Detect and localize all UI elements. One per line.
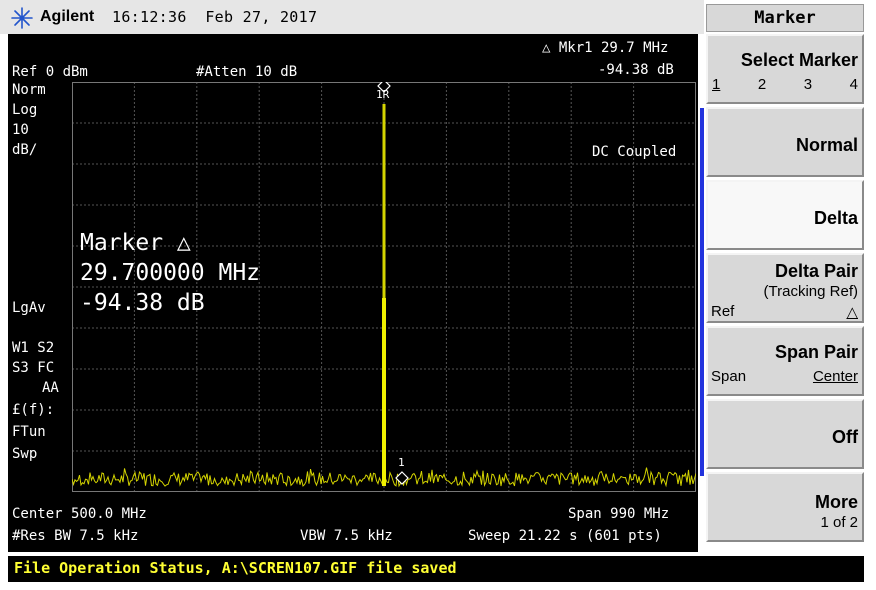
video-bandwidth: VBW 7.5 kHz — [300, 528, 393, 544]
delta-softkey[interactable]: Delta — [706, 180, 864, 250]
function-label: £(f): — [12, 402, 55, 418]
trace-flags-3: AA — [42, 380, 59, 396]
averaging-mode: LgAv — [12, 300, 46, 316]
date-time: 16:12:36 Feb 27, 2017 — [112, 8, 317, 26]
scale-type: Log — [12, 102, 38, 118]
span-pair-span: Span — [711, 368, 747, 385]
sweep-label: Swp — [12, 446, 38, 462]
more-softkey[interactable]: More 1 of 2 — [706, 472, 864, 542]
delta-label: Delta — [813, 208, 858, 228]
select-marker-label: Select Marker — [740, 50, 858, 70]
span-value: Span 990 MHz — [568, 506, 670, 522]
off-softkey[interactable]: Off — [706, 399, 864, 469]
softkey-indicator-bar — [700, 108, 704, 476]
delta-pair-sub: (Tracking Ref) — [763, 283, 858, 300]
marker-readout-amp: -94.38 dB — [598, 62, 674, 78]
trace-flags-2: S3 FC — [12, 360, 55, 376]
status-text: File Operation Status, A:\SCREN107.GIF f… — [14, 559, 457, 577]
span-pair-center: Center — [812, 368, 858, 385]
marker-readout-freq: △ Mkr1 29.7 MHz — [542, 40, 669, 56]
marker-option-3[interactable]: 3 — [804, 76, 812, 93]
brand-name: Agilent — [40, 8, 95, 25]
trace-flags-1: W1 S2 — [12, 340, 55, 356]
scale-unit: dB/ — [12, 142, 38, 158]
marker-option-2[interactable]: 2 — [758, 76, 766, 93]
marker-ref-label: 1R — [376, 88, 390, 101]
menu-title: Marker — [706, 4, 864, 32]
spectrum-graticule — [72, 82, 696, 492]
select-marker-softkey[interactable]: Select Marker 1 2 3 4 — [706, 34, 864, 104]
marker-option-1[interactable]: 1 — [712, 76, 720, 93]
marker-delta-label: 1 — [398, 456, 405, 469]
analyzer-display: Ref 0 dBm #Atten 10 dB △ Mkr1 29.7 MHz -… — [8, 34, 698, 552]
attenuation: #Atten 10 dB — [196, 64, 298, 80]
agilent-spark-logo-icon — [11, 7, 33, 29]
delta-pair-delta: △ — [846, 304, 858, 321]
ref-level: Ref 0 dBm — [12, 64, 88, 80]
status-bar: File Operation Status, A:\SCREN107.GIF f… — [8, 556, 864, 582]
normal-label: Normal — [795, 135, 858, 155]
marker-number-options: 1 2 3 4 — [712, 76, 858, 93]
calendar-date: Feb 27, 2017 — [205, 8, 318, 26]
scale-value: 10 — [12, 122, 29, 138]
marker-big-title: Marker △ — [80, 230, 191, 256]
delta-pair-softkey[interactable]: Delta Pair (Tracking Ref) Ref △ — [706, 253, 864, 323]
more-page-indicator: 1 of 2 — [820, 514, 858, 531]
title-bar — [0, 0, 704, 34]
marker-big-amp: -94.38 dB — [80, 290, 205, 316]
center-frequency: Center 500.0 MHz — [12, 506, 147, 522]
span-pair-label: Span Pair — [774, 342, 858, 362]
span-pair-softkey[interactable]: Span Pair Span Center — [706, 326, 864, 396]
sweep-time: Sweep 21.22 s (601 pts) — [468, 528, 662, 544]
more-label: More — [814, 492, 858, 512]
normal-softkey[interactable]: Normal — [706, 107, 864, 177]
resolution-bandwidth: #Res BW 7.5 kHz — [12, 528, 139, 544]
marker-big-freq: 29.700000 MHz — [80, 260, 261, 286]
delta-pair-ref: Ref — [711, 303, 735, 320]
delta-pair-label: Delta Pair — [774, 261, 858, 281]
clock-time: 16:12:36 — [112, 8, 187, 26]
marker-option-4[interactable]: 4 — [850, 76, 858, 93]
detector-norm: Norm — [12, 82, 46, 98]
off-label: Off — [832, 427, 858, 447]
ftun-label: FTun — [12, 424, 46, 440]
